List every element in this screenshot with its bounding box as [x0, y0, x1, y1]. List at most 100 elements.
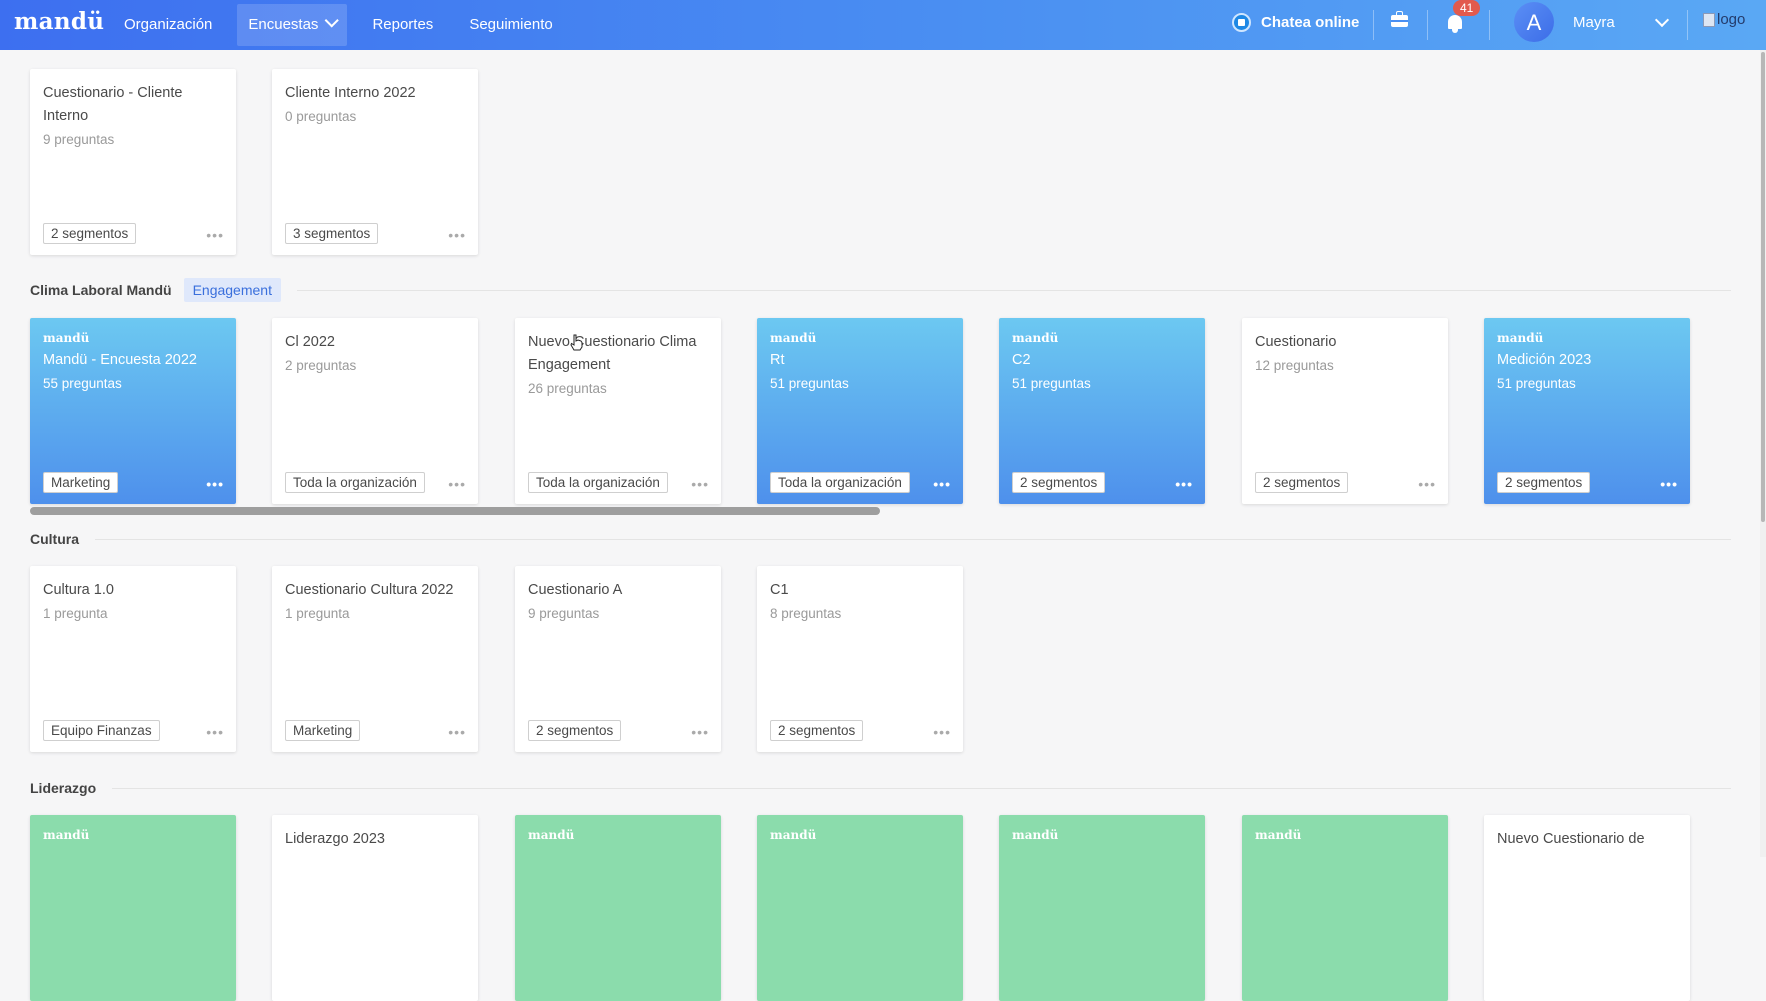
survey-card[interactable]: Cliente Interno 2022 0 preguntas 3 segme… [272, 69, 478, 255]
avatar[interactable]: A [1514, 2, 1554, 42]
section-header-clima: Clima Laboral Mandü Engagement [30, 278, 1731, 302]
card-title: Cuestionario A [528, 582, 623, 598]
main-nav: Organización Encuestas Reportes Seguimie… [113, 0, 578, 50]
card-brand-logo: mandü [1012, 331, 1059, 345]
chevron-down-icon[interactable] [1654, 12, 1670, 28]
more-options-icon[interactable]: ••• [448, 477, 466, 491]
nav-reportes[interactable]: Reportes [361, 4, 444, 46]
survey-card[interactable]: mandü C2 51 preguntas 2 segmentos ••• [999, 318, 1205, 504]
segment-chip[interactable]: Equipo Finanzas [43, 720, 160, 741]
card-title: Liderazgo 2023 [285, 831, 385, 847]
survey-card[interactable]: Cl 2022 2 preguntas Toda la organización… [272, 318, 478, 504]
segment-chip[interactable]: Marketing [285, 720, 361, 741]
more-options-icon[interactable]: ••• [933, 477, 951, 491]
card-question-count: 26 preguntas [528, 381, 607, 396]
vertical-scrollbar-thumb[interactable] [1761, 52, 1765, 522]
survey-card[interactable]: Liderazgo 2023 [272, 815, 478, 1001]
divider [1687, 10, 1688, 40]
card-question-count: 1 pregunta [43, 606, 108, 621]
card-title: Rt [770, 352, 785, 368]
section-header-cultura: Cultura [30, 527, 1731, 551]
segment-chip[interactable]: 2 segmentos [1497, 472, 1591, 493]
segment-chip[interactable]: 2 segmentos [770, 720, 864, 741]
segment-chip[interactable]: 2 segmentos [1255, 472, 1349, 493]
more-options-icon[interactable]: ••• [691, 725, 709, 739]
survey-card[interactable]: mandü [515, 815, 721, 1001]
survey-card[interactable]: Nuevo Cuestionario Clima Engagement 26 p… [515, 318, 721, 504]
nav-encuestas[interactable]: Encuestas [237, 4, 348, 46]
chat-icon [1232, 13, 1251, 32]
segment-chip[interactable]: 3 segmentos [285, 223, 379, 244]
more-options-icon[interactable]: ••• [206, 228, 224, 242]
survey-card[interactable]: mandü Medición 2023 51 preguntas 2 segme… [1484, 318, 1690, 504]
card-title: C2 [1012, 352, 1031, 368]
divider [1427, 10, 1428, 40]
segment-chip[interactable]: Toda la organización [528, 472, 668, 493]
more-options-icon[interactable]: ••• [691, 477, 709, 491]
card-title: Cultura 1.0 [43, 582, 114, 598]
survey-card[interactable]: C1 8 preguntas 2 segmentos ••• [757, 566, 963, 752]
more-options-icon[interactable]: ••• [448, 228, 466, 242]
section-title: Cultura [30, 531, 79, 547]
card-title: Cuestionario Cultura 2022 [285, 582, 454, 598]
card-title: Cuestionario - Cliente Interno [43, 85, 183, 124]
brand-logo[interactable]: mandü [14, 8, 104, 35]
card-title: Medición 2023 [1497, 352, 1592, 368]
segment-chip[interactable]: 2 segmentos [1012, 472, 1106, 493]
hand-cursor-icon [570, 334, 583, 351]
user-name[interactable]: Mayra [1573, 14, 1615, 31]
segment-chip[interactable]: 2 segmentos [43, 223, 137, 244]
card-brand-logo: mandü [43, 331, 90, 345]
card-brand-logo: mandü [770, 828, 817, 842]
card-title: Cliente Interno 2022 [285, 85, 416, 101]
more-options-icon[interactable]: ••• [206, 725, 224, 739]
card-question-count: 51 preguntas [1012, 376, 1091, 391]
chat-online-button[interactable]: Chatea online [1232, 13, 1359, 32]
survey-card[interactable]: mandü [30, 815, 236, 1001]
section-divider [296, 289, 1731, 291]
notification-badge: 41 [1453, 0, 1481, 16]
card-brand-logo: mandü [1497, 331, 1544, 345]
horizontal-scrollbar[interactable] [30, 507, 880, 515]
card-question-count: 8 preguntas [770, 606, 842, 621]
survey-card[interactable]: mandü [757, 815, 963, 1001]
divider [1373, 10, 1374, 40]
more-options-icon[interactable]: ••• [933, 725, 951, 739]
nav-seguimiento[interactable]: Seguimiento [458, 4, 563, 46]
survey-card[interactable]: mandü Mandü - Encuesta 2022 55 preguntas… [30, 318, 236, 504]
card-title: Cl 2022 [285, 334, 335, 350]
survey-card[interactable]: Cultura 1.0 1 pregunta Equipo Finanzas •… [30, 566, 236, 752]
more-options-icon[interactable]: ••• [1418, 477, 1436, 491]
briefcase-icon[interactable] [1391, 11, 1408, 27]
survey-card[interactable]: mandü [999, 815, 1205, 1001]
nav-label: Seguimiento [469, 16, 553, 33]
more-options-icon[interactable]: ••• [448, 725, 466, 739]
more-options-icon[interactable]: ••• [1660, 477, 1678, 491]
card-question-count: 55 preguntas [43, 376, 122, 391]
survey-card[interactable]: Cuestionario Cultura 2022 1 pregunta Mar… [272, 566, 478, 752]
survey-card[interactable]: mandü [1242, 815, 1448, 1001]
card-title: Cuestionario [1255, 334, 1337, 350]
segment-chip[interactable]: Toda la organización [770, 472, 910, 493]
segment-chip[interactable]: Marketing [43, 472, 119, 493]
survey-card[interactable]: mandü Rt 51 preguntas Toda la organizaci… [757, 318, 963, 504]
more-options-icon[interactable]: ••• [1175, 477, 1193, 491]
segment-chip[interactable]: Toda la organización [285, 472, 425, 493]
segment-chip[interactable]: 2 segmentos [528, 720, 622, 741]
nav-organizacion[interactable]: Organización [113, 4, 223, 46]
survey-card[interactable]: Nuevo Cuestionario de [1484, 815, 1690, 1001]
card-question-count: 12 preguntas [1255, 358, 1334, 373]
survey-card[interactable]: Cuestionario - Cliente Interno 9 pregunt… [30, 69, 236, 255]
nav-label: Organización [124, 16, 213, 33]
section-divider [112, 787, 1731, 789]
survey-card[interactable]: Cuestionario A 9 preguntas 2 segmentos •… [515, 566, 721, 752]
card-title: Nuevo Cuestionario de [1497, 831, 1645, 847]
card-brand-logo: mandü [528, 828, 575, 842]
card-question-count: 51 preguntas [1497, 376, 1576, 391]
card-question-count: 1 pregunta [285, 606, 350, 621]
bell-icon[interactable] [1446, 13, 1464, 33]
card-question-count: 51 preguntas [770, 376, 849, 391]
more-options-icon[interactable]: ••• [206, 477, 224, 491]
survey-card[interactable]: Cuestionario 12 preguntas 2 segmentos ••… [1242, 318, 1448, 504]
divider [1489, 10, 1490, 40]
